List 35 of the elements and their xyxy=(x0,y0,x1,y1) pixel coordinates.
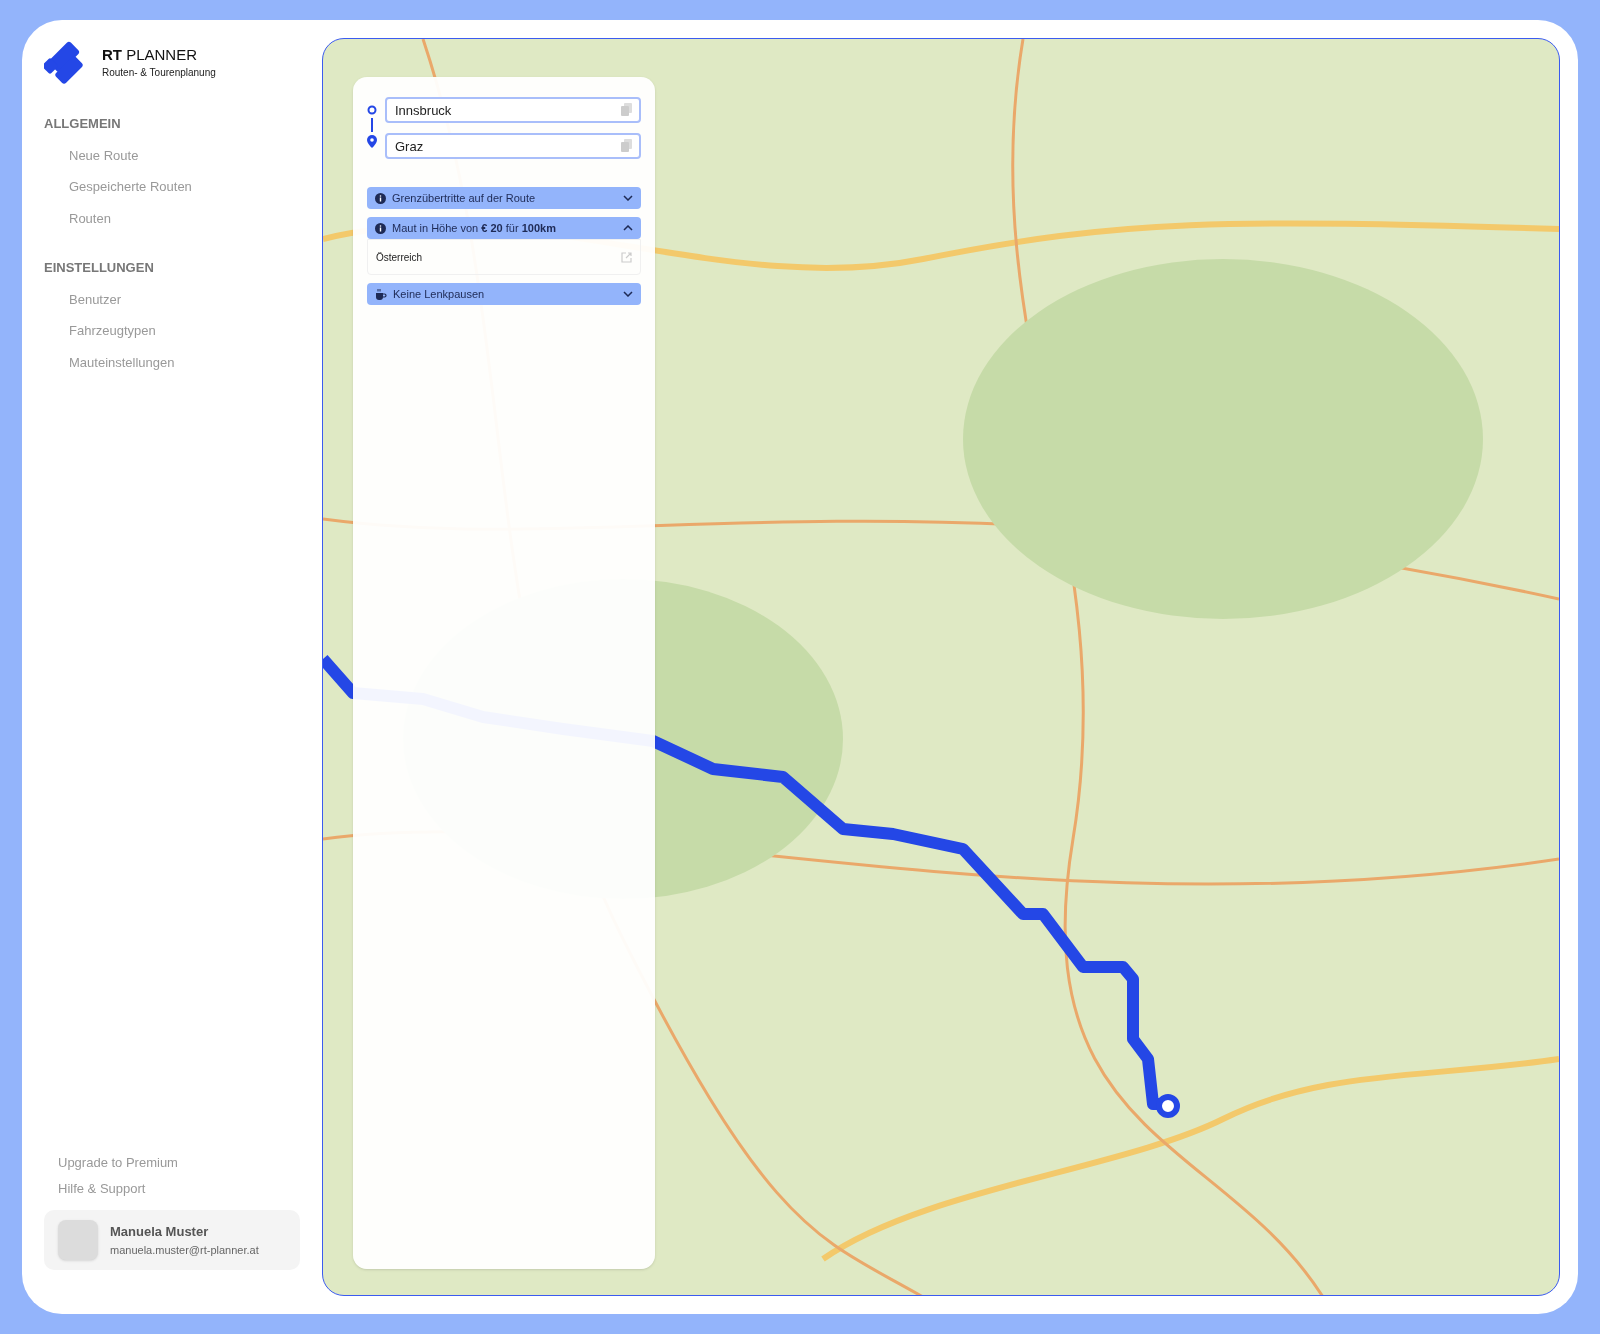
accordion-header[interactable]: Keine Lenkpausen xyxy=(367,283,641,305)
chevron-up-icon xyxy=(623,225,633,231)
user-email: manuela.muster@rt-planner.at xyxy=(110,1242,259,1258)
start-field[interactable]: Innsbruck xyxy=(385,97,641,123)
nav-section-heading: ALLGEMEIN xyxy=(44,115,122,133)
copy-icon[interactable] xyxy=(621,139,632,152)
chevron-down-icon xyxy=(623,291,633,297)
footer-link[interactable]: Hilfe & Support xyxy=(58,1178,146,1198)
coffee-cup-icon xyxy=(375,288,387,300)
user-name: Manuela Muster xyxy=(110,1223,210,1241)
nav-link[interactable]: Gespeicherte Routen xyxy=(69,177,192,197)
chevron-down-icon xyxy=(623,195,633,201)
info-icon xyxy=(375,222,386,234)
nav-link[interactable]: Mauteinstellungen xyxy=(69,352,175,372)
app-name: RT PLANNER xyxy=(102,46,199,65)
accordion-header[interactable]: Grenzübertritte auf der Route xyxy=(367,187,641,209)
start-point-icon xyxy=(367,105,377,115)
copy-icon[interactable] xyxy=(621,103,632,116)
nav-link[interactable]: Benutzer xyxy=(69,289,122,309)
info-icon xyxy=(375,192,386,204)
country-name: Österreich xyxy=(376,250,424,265)
avatar xyxy=(58,1220,98,1260)
nav-link[interactable]: Routen xyxy=(69,208,111,228)
destination-field[interactable]: Graz xyxy=(385,133,641,159)
accordion-header[interactable]: Maut in Höhe von € 20 für 100km xyxy=(367,217,641,239)
destination-marker-icon xyxy=(1155,1093,1181,1119)
external-link-icon[interactable] xyxy=(621,251,632,263)
nav-link[interactable]: Neue Route xyxy=(69,145,139,165)
app-tagline: Routen- & Tourenplanung xyxy=(102,65,216,80)
map[interactable]: Innsbruck Graz Grenzübertritte auf der Route Maut in Höhe von € 20 für 100km Österreich Keine Lenkpausen xyxy=(322,38,1560,1296)
user-card[interactable]: Manuela Muster manuela.muster@rt-planner.at xyxy=(44,1210,300,1270)
nav-section-heading: EINSTELLUNGEN xyxy=(44,259,155,277)
location-pin-icon xyxy=(367,135,377,148)
nav-link[interactable]: Fahrzeugtypen xyxy=(69,321,156,341)
footer-link[interactable]: Upgrade to Premium xyxy=(58,1153,178,1173)
